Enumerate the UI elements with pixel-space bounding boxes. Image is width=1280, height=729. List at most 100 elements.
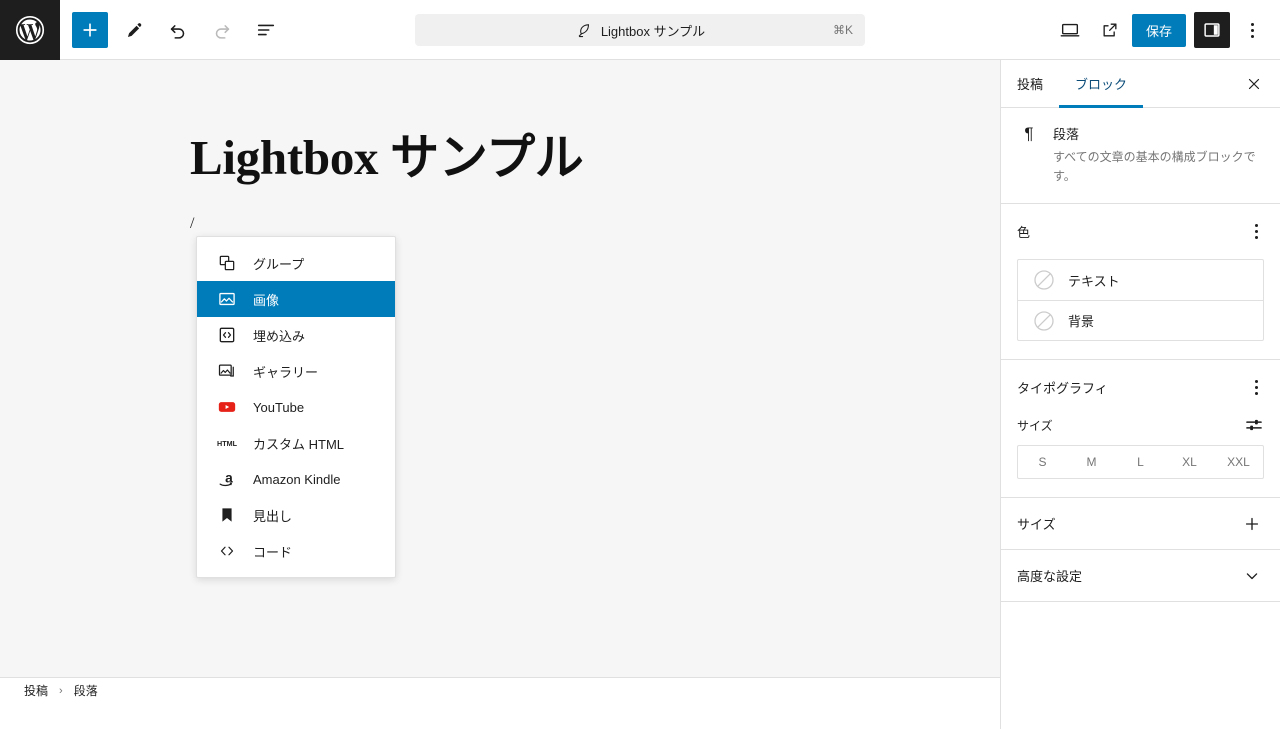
close-sidebar-button[interactable] xyxy=(1238,68,1270,100)
slash-item-heading[interactable]: 見出し xyxy=(197,497,395,533)
slash-item-label: 見出し xyxy=(253,508,293,524)
close-x-icon xyxy=(1245,75,1263,93)
slash-item-label: グループ xyxy=(253,256,305,272)
toolbar-right-group: 保存 xyxy=(1052,0,1270,60)
undo-button[interactable] xyxy=(160,12,196,48)
tab-block-label: ブロック xyxy=(1075,77,1128,92)
slash-command-menu: グループ 画像 埋め込み ギャラリー YouTube HTML カスタム HTM… xyxy=(196,236,396,578)
bookmark-heading-icon xyxy=(215,503,239,527)
color-list: テキスト 背景 xyxy=(1017,259,1264,342)
font-size-toggle-group: S M L XL XXL xyxy=(1017,445,1264,480)
editor-options-button[interactable] xyxy=(1234,12,1270,48)
font-size-option-xl[interactable]: XL xyxy=(1165,446,1214,478)
slash-item-label: Amazon Kindle xyxy=(253,471,341,487)
block-info-card: ¶ 段落 すべての文章の基本の構成ブロックです。 xyxy=(1001,108,1280,205)
editor-canvas[interactable]: Lightbox サンプル / グループ 画像 埋め込み ギャラリー YouTu… xyxy=(0,60,1000,703)
background-color-swatch-icon xyxy=(1032,309,1056,333)
typography-options-button[interactable] xyxy=(1249,374,1264,401)
code-brackets-icon xyxy=(215,539,239,563)
breadcrumb: 投稿 › 段落 xyxy=(0,677,1000,703)
more-vertical-icon xyxy=(1255,380,1258,384)
sidebar-tabs: 投稿 ブロック xyxy=(1001,60,1280,108)
tab-post-label: 投稿 xyxy=(1017,77,1044,92)
command-bar[interactable]: Lightbox サンプル ⌘K xyxy=(415,14,865,46)
save-button[interactable]: 保存 xyxy=(1131,13,1186,47)
list-view-button[interactable] xyxy=(248,12,284,48)
slash-item-gallery[interactable]: ギャラリー xyxy=(197,353,395,389)
advanced-panel-toggle[interactable]: 高度な設定 xyxy=(1001,550,1280,603)
settings-sidebar: 投稿 ブロック ¶ 段落 すべての文章の基本の構成ブロックです。 色 テキスト … xyxy=(1000,60,1280,729)
plus-icon xyxy=(1240,512,1264,536)
more-vertical-icon xyxy=(1250,22,1254,26)
document-outline-icon xyxy=(255,19,277,41)
typography-section-header: タイポグラフィ xyxy=(1017,374,1264,401)
color-section-title: 色 xyxy=(1017,225,1031,241)
slash-item-label: コード xyxy=(253,544,293,560)
color-row-background[interactable]: 背景 xyxy=(1018,300,1263,340)
font-size-label: サイズ xyxy=(1017,418,1053,433)
text-color-swatch-icon xyxy=(1032,268,1056,292)
font-size-option-xxl[interactable]: XXL xyxy=(1214,446,1263,478)
post-title[interactable]: Lightbox サンプル xyxy=(190,118,584,189)
html-icon: HTML xyxy=(215,431,239,455)
svg-text:HTML: HTML xyxy=(217,439,238,448)
paragraph-block[interactable]: / xyxy=(190,215,194,233)
breadcrumb-item-post[interactable]: 投稿 xyxy=(24,682,48,699)
sidebar-panel-icon xyxy=(1201,19,1223,41)
breadcrumb-separator: › xyxy=(59,684,63,697)
wordpress-logo-button[interactable] xyxy=(0,0,60,60)
redo-button[interactable] xyxy=(204,12,240,48)
paragraph-text: / xyxy=(190,215,195,232)
undo-arrow-icon xyxy=(167,19,189,41)
view-post-button[interactable] xyxy=(1092,12,1128,48)
block-name: 段落 xyxy=(1053,127,1080,142)
more-vertical-icon xyxy=(1255,224,1258,228)
slash-item-label: 画像 xyxy=(253,292,280,308)
command-bar-title: Lightbox サンプル xyxy=(600,23,706,39)
color-options-button[interactable] xyxy=(1249,218,1264,245)
embed-code-icon xyxy=(215,323,239,347)
group-blocks-icon xyxy=(215,251,239,275)
plus-icon xyxy=(80,20,100,40)
breadcrumb-item-paragraph[interactable]: 段落 xyxy=(74,682,98,699)
typography-section: タイポグラフィ サイズ S M L XL XXL xyxy=(1001,360,1280,499)
font-size-option-m[interactable]: M xyxy=(1067,446,1116,478)
image-icon xyxy=(215,287,239,311)
typography-section-title: タイポグラフィ xyxy=(1017,381,1108,397)
font-size-option-s[interactable]: S xyxy=(1018,446,1067,478)
toolbar-left-group xyxy=(60,11,284,48)
gallery-icon xyxy=(215,359,239,383)
slash-item-amazon-kindle[interactable]: a Amazon Kindle xyxy=(197,461,395,497)
pencil-edit-icon xyxy=(123,19,145,41)
editor-toolbar: Lightbox サンプル ⌘K 保存 xyxy=(0,0,1280,60)
tab-post[interactable]: 投稿 xyxy=(1001,60,1059,107)
redo-arrow-icon xyxy=(211,19,233,41)
slash-item-image[interactable]: 画像 xyxy=(197,281,395,317)
slash-item-youtube[interactable]: YouTube xyxy=(197,389,395,425)
tab-block[interactable]: ブロック xyxy=(1059,60,1144,108)
slash-item-custom-html[interactable]: HTML カスタム HTML xyxy=(197,425,395,461)
desktop-preview-icon xyxy=(1059,19,1081,41)
preview-button[interactable] xyxy=(1052,12,1088,48)
add-block-button[interactable] xyxy=(72,11,108,48)
font-size-option-l[interactable]: L xyxy=(1116,446,1165,478)
slash-item-label: 埋め込み xyxy=(253,328,306,344)
command-bar-shortcut: ⌘K xyxy=(832,23,853,37)
youtube-icon xyxy=(215,395,239,419)
dimensions-panel-toggle[interactable]: サイズ xyxy=(1001,498,1280,551)
slash-item-label: YouTube xyxy=(253,399,305,415)
tools-button[interactable] xyxy=(116,12,152,48)
sliders-settings-icon[interactable] xyxy=(1244,415,1264,435)
wordpress-logo-icon xyxy=(15,15,45,45)
slash-item-label: ギャラリー xyxy=(253,364,319,380)
amazon-kindle-icon: a xyxy=(215,467,239,491)
slash-item-label: カスタム HTML xyxy=(253,436,345,452)
slash-item-group[interactable]: グループ xyxy=(197,245,395,281)
chevron-down-icon xyxy=(1240,564,1264,588)
paragraph-pilcrow-icon: ¶ xyxy=(1024,124,1034,143)
slash-item-embed[interactable]: 埋め込み xyxy=(197,317,395,353)
settings-sidebar-toggle[interactable] xyxy=(1194,12,1230,48)
color-row-text[interactable]: テキスト xyxy=(1018,260,1263,300)
slash-item-code[interactable]: コード xyxy=(197,533,395,569)
color-section: 色 テキスト 背景 xyxy=(1001,204,1280,361)
